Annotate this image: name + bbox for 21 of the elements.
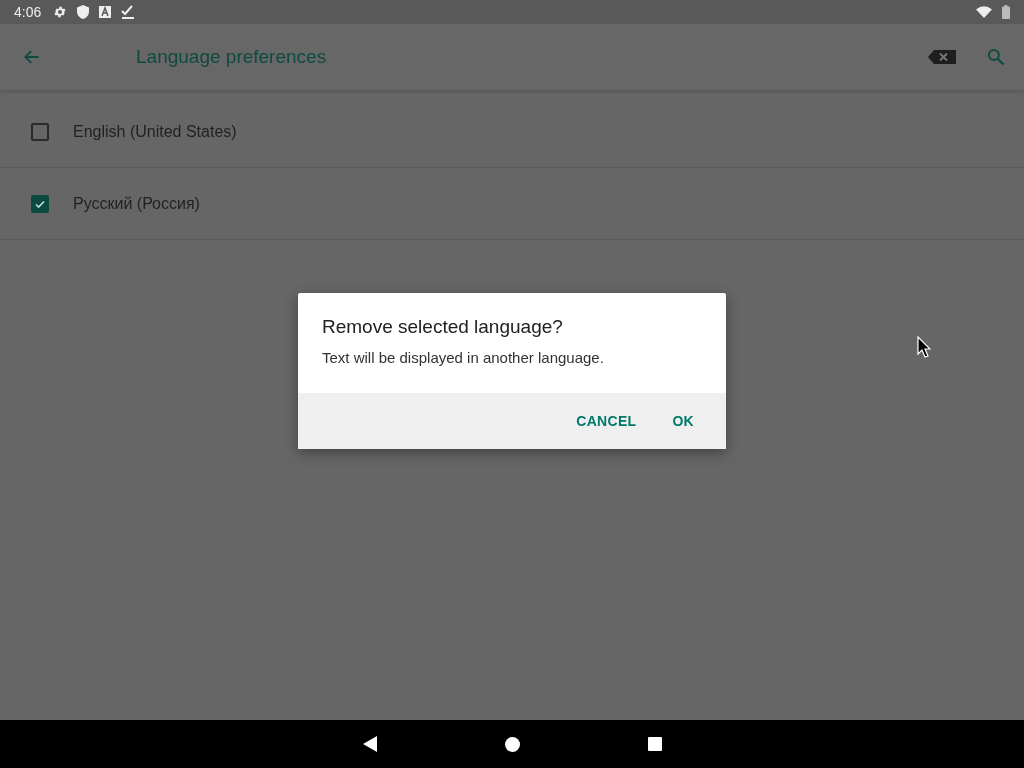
pointer-icon (917, 336, 931, 358)
checkbox[interactable] (31, 194, 49, 213)
wifi-icon (976, 6, 992, 18)
home-circle-icon[interactable] (504, 736, 520, 752)
recents-square-icon[interactable] (647, 737, 662, 751)
back-triangle-icon[interactable] (362, 736, 377, 752)
gear-icon (53, 5, 68, 19)
shield-icon (77, 5, 90, 19)
battery-icon (1002, 5, 1010, 19)
language-label: Русский (Россия) (73, 194, 200, 213)
dialog-message: Text will be displayed in another language. (322, 349, 605, 366)
letter-box-icon (99, 6, 112, 18)
dialog-button[interactable]: OK (658, 405, 708, 437)
checkmark-icon (121, 5, 136, 19)
dialog-title: Remove selected language? (322, 316, 564, 338)
backspace-icon[interactable] (928, 50, 956, 64)
language-label: English (United States) (73, 122, 237, 141)
screen-title: Language preferences (136, 46, 327, 68)
checkbox[interactable] (31, 122, 49, 141)
clock-time: 4:06 (14, 4, 42, 20)
dialog-button[interactable]: CANCEL (562, 405, 651, 437)
